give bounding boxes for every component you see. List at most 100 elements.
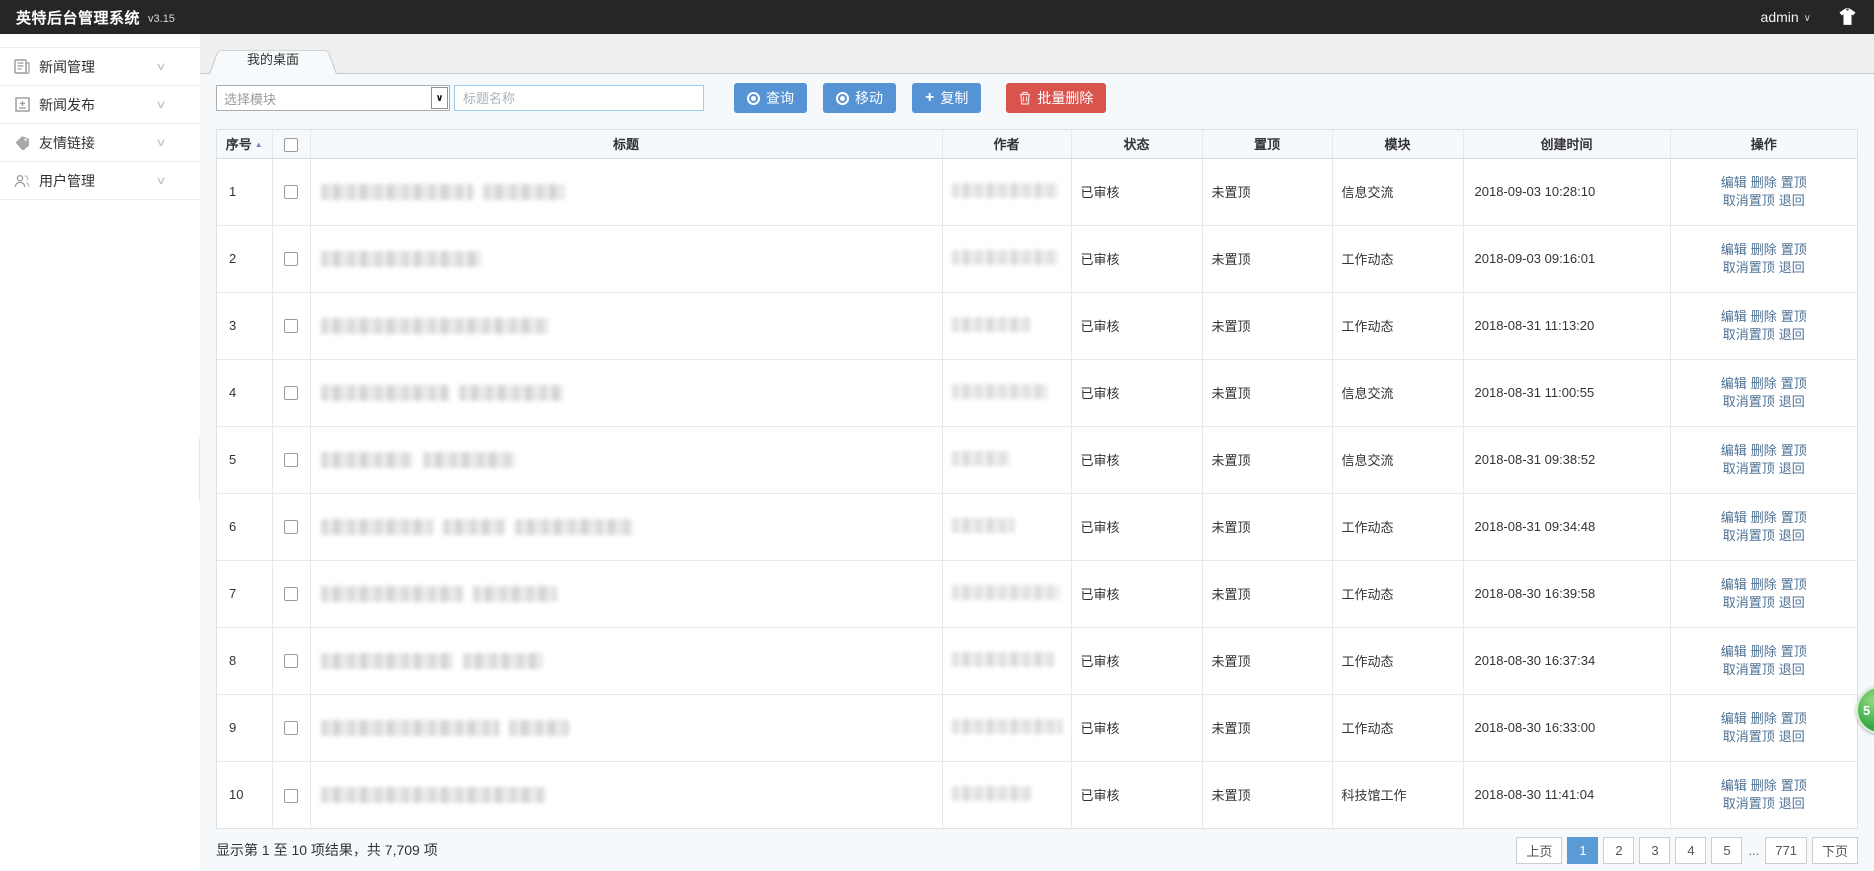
button-label: 复制 [940, 88, 968, 108]
op-unpin-link[interactable]: 取消置顶 [1723, 260, 1775, 275]
op-return-link[interactable]: 退回 [1779, 729, 1805, 744]
user-menu[interactable]: admin ∨ [1761, 9, 1811, 25]
select-all-checkbox[interactable] [284, 138, 298, 152]
tab-my-desktop[interactable]: 我的桌面 [209, 46, 337, 74]
op-return-link[interactable]: 退回 [1779, 193, 1805, 208]
op-edit-link[interactable]: 编辑 [1721, 711, 1747, 726]
select-all-header[interactable] [272, 130, 310, 158]
row-checkbox[interactable] [284, 721, 298, 735]
batch-delete-button[interactable]: 批量删除 [1006, 83, 1106, 113]
row-checkbox[interactable] [284, 520, 298, 534]
row-checkbox[interactable] [284, 319, 298, 333]
plus-icon: + [925, 90, 934, 106]
row-checkbox[interactable] [284, 386, 298, 400]
button-label: 查询 [766, 88, 794, 108]
op-unpin-link[interactable]: 取消置顶 [1723, 394, 1775, 409]
op-pin-link[interactable]: 置顶 [1781, 242, 1807, 257]
op-edit-link[interactable]: 编辑 [1721, 577, 1747, 592]
page-button-last[interactable]: 771 [1765, 837, 1807, 864]
copy-button[interactable]: + 复制 [912, 83, 981, 113]
table-row: 8已审核未置顶工作动态2018-08-30 16:37:34编辑删除置顶取消置顶… [217, 627, 1857, 694]
op-pin-link[interactable]: 置顶 [1781, 711, 1807, 726]
op-edit-link[interactable]: 编辑 [1721, 242, 1747, 257]
row-checkbox[interactable] [284, 587, 298, 601]
op-pin-link[interactable]: 置顶 [1781, 443, 1807, 458]
page-prev-button[interactable]: 上页 [1516, 837, 1562, 864]
op-unpin-link[interactable]: 取消置顶 [1723, 193, 1775, 208]
sidebar-item-2[interactable]: 新闻发布∨ [0, 86, 200, 124]
row-checkbox[interactable] [284, 789, 298, 803]
tshirt-theme-icon[interactable] [1837, 8, 1858, 26]
column-header-created[interactable]: 创建时间 [1463, 130, 1670, 158]
row-checkbox-cell [272, 627, 310, 694]
sidebar-item-3[interactable]: 友情链接∨ [0, 124, 200, 162]
column-header-ops[interactable]: 操作 [1670, 130, 1857, 158]
column-header-title[interactable]: 标题 [310, 130, 942, 158]
op-return-link[interactable]: 退回 [1779, 461, 1805, 476]
op-pin-link[interactable]: 置顶 [1781, 510, 1807, 525]
topbar: 英特后台管理系统 v3.15 admin ∨ [0, 0, 1874, 34]
page-button-1[interactable]: 1 [1567, 837, 1598, 864]
news-table: 序号▲标题作者状态置顶模块创建时间操作 1已审核未置顶信息交流2018-09-0… [217, 130, 1857, 828]
op-delete-link[interactable]: 删除 [1751, 510, 1777, 525]
op-pin-link[interactable]: 置顶 [1781, 644, 1807, 659]
op-delete-link[interactable]: 删除 [1751, 242, 1777, 257]
op-edit-link[interactable]: 编辑 [1721, 309, 1747, 324]
op-unpin-link[interactable]: 取消置顶 [1723, 327, 1775, 342]
row-checkbox[interactable] [284, 654, 298, 668]
op-edit-link[interactable]: 编辑 [1721, 175, 1747, 190]
op-edit-link[interactable]: 编辑 [1721, 510, 1747, 525]
row-checkbox[interactable] [284, 185, 298, 199]
column-header-module[interactable]: 模块 [1332, 130, 1463, 158]
op-pin-link[interactable]: 置顶 [1781, 376, 1807, 391]
op-unpin-link[interactable]: 取消置顶 [1723, 729, 1775, 744]
query-button[interactable]: 查询 [734, 83, 807, 113]
op-unpin-link[interactable]: 取消置顶 [1723, 528, 1775, 543]
op-unpin-link[interactable]: 取消置顶 [1723, 796, 1775, 811]
status-cell: 已审核 [1071, 225, 1202, 292]
column-header-author[interactable]: 作者 [942, 130, 1071, 158]
page-button-2[interactable]: 2 [1603, 837, 1634, 864]
op-edit-link[interactable]: 编辑 [1721, 443, 1747, 458]
page-button-5[interactable]: 5 [1711, 837, 1742, 864]
page-button-3[interactable]: 3 [1639, 837, 1670, 864]
op-edit-link[interactable]: 编辑 [1721, 644, 1747, 659]
op-return-link[interactable]: 退回 [1779, 796, 1805, 811]
op-delete-link[interactable]: 删除 [1751, 309, 1777, 324]
op-unpin-link[interactable]: 取消置顶 [1723, 595, 1775, 610]
row-checkbox[interactable] [284, 453, 298, 467]
title-search-input[interactable] [454, 85, 704, 111]
sidebar-item-1[interactable]: 新闻管理∨ [0, 48, 200, 86]
op-delete-link[interactable]: 删除 [1751, 711, 1777, 726]
op-delete-link[interactable]: 删除 [1751, 644, 1777, 659]
op-unpin-link[interactable]: 取消置顶 [1723, 662, 1775, 677]
op-return-link[interactable]: 退回 [1779, 662, 1805, 677]
op-pin-link[interactable]: 置顶 [1781, 309, 1807, 324]
op-edit-link[interactable]: 编辑 [1721, 778, 1747, 793]
column-header-status[interactable]: 状态 [1071, 130, 1202, 158]
op-unpin-link[interactable]: 取消置顶 [1723, 461, 1775, 476]
op-return-link[interactable]: 退回 [1779, 260, 1805, 275]
op-delete-link[interactable]: 删除 [1751, 175, 1777, 190]
op-return-link[interactable]: 退回 [1779, 528, 1805, 543]
op-pin-link[interactable]: 置顶 [1781, 577, 1807, 592]
module-select[interactable]: 选择模块 ∨ [216, 85, 450, 111]
op-return-link[interactable]: 退回 [1779, 595, 1805, 610]
op-delete-link[interactable]: 删除 [1751, 778, 1777, 793]
move-button[interactable]: 移动 [823, 83, 896, 113]
op-return-link[interactable]: 退回 [1779, 327, 1805, 342]
page-button-4[interactable]: 4 [1675, 837, 1706, 864]
op-pin-link[interactable]: 置顶 [1781, 778, 1807, 793]
op-return-link[interactable]: 退回 [1779, 394, 1805, 409]
row-checkbox[interactable] [284, 252, 298, 266]
op-pin-link[interactable]: 置顶 [1781, 175, 1807, 190]
op-delete-link[interactable]: 删除 [1751, 376, 1777, 391]
sidebar-item-4[interactable]: 用户管理∨ [0, 162, 200, 200]
column-header-pinned[interactable]: 置顶 [1202, 130, 1332, 158]
ops-cell: 编辑删除置顶取消置顶退回 [1670, 292, 1857, 359]
column-header-index[interactable]: 序号▲ [217, 130, 272, 158]
op-delete-link[interactable]: 删除 [1751, 577, 1777, 592]
op-edit-link[interactable]: 编辑 [1721, 376, 1747, 391]
page-next-button[interactable]: 下页 [1812, 837, 1858, 864]
op-delete-link[interactable]: 删除 [1751, 443, 1777, 458]
